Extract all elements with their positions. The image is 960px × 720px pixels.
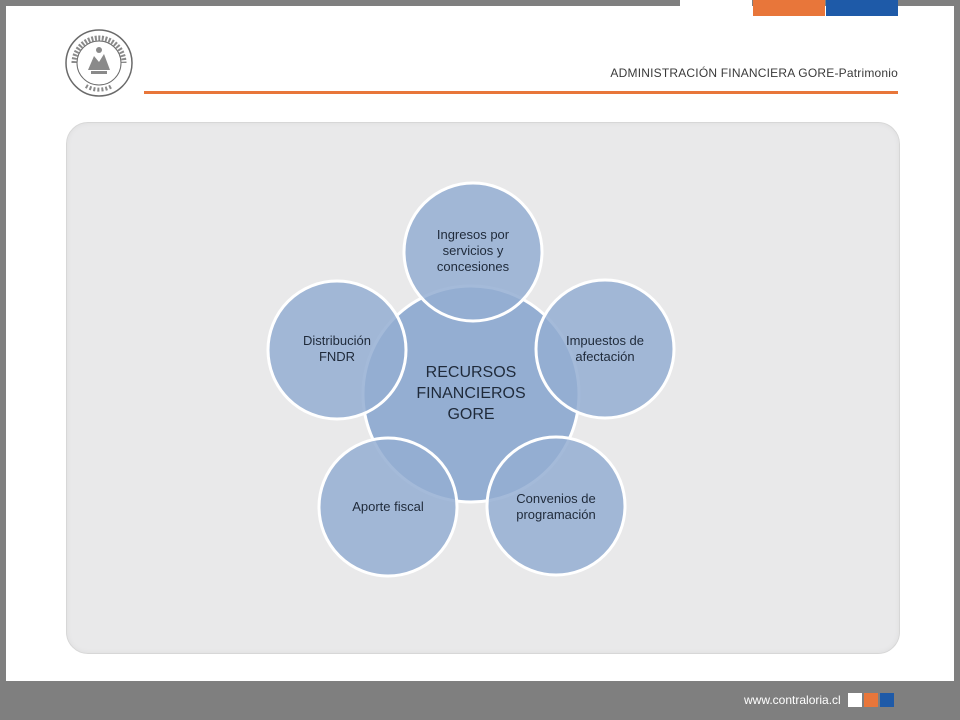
node-label-ingresos-2: servicios y: [443, 243, 504, 258]
node-label-fndr-2: FNDR: [319, 349, 355, 364]
node-label-fndr-1: Distribución: [303, 333, 371, 348]
footer-square-orange: [864, 693, 878, 707]
footer-square-white: [848, 693, 862, 707]
node-circle-convenios: [485, 435, 627, 577]
footer-url: www.contraloria.cl: [744, 693, 841, 707]
center-label-line2: FINANCIEROS: [416, 385, 525, 402]
node-label-aporte-1: Aporte fiscal: [352, 499, 424, 514]
node-label-ingresos-3: concesiones: [437, 259, 510, 274]
node-label-convenios-2: programación: [516, 507, 596, 522]
node-label-impuestos-2: afectación: [575, 349, 634, 364]
center-label-line3: GORE: [447, 406, 494, 423]
radial-diagram: RECURSOS FINANCIEROS GORE Ingresos por s…: [266, 181, 676, 578]
node-label-convenios-1: Convenios de: [516, 491, 596, 506]
node-label-impuestos-1: Impuestos de: [566, 333, 644, 348]
footer-square-blue: [880, 693, 894, 707]
node-label-ingresos-1: Ingresos por: [437, 227, 510, 242]
center-label-line1: RECURSOS: [426, 364, 517, 381]
